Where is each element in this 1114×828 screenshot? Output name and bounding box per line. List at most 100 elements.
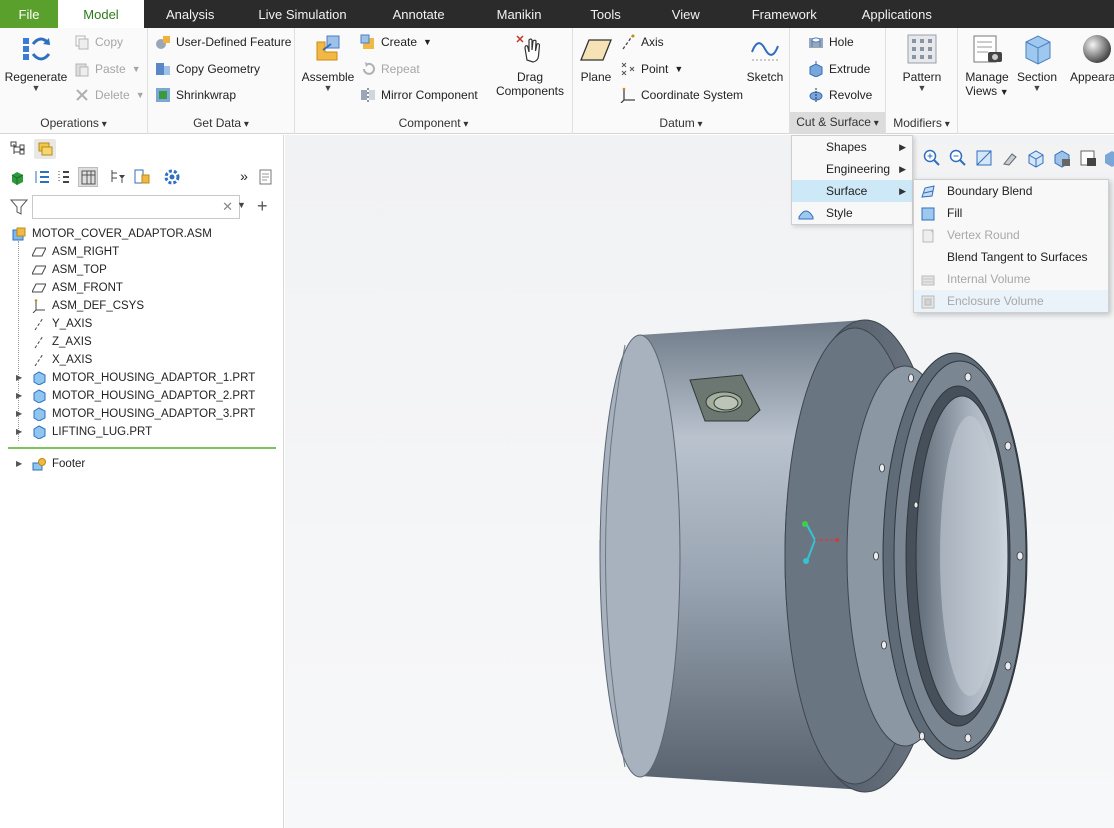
menu-item-shapes[interactable]: Shapes ▶ xyxy=(792,136,912,158)
view-manager-icon[interactable] xyxy=(1078,148,1098,168)
paste-button[interactable]: Paste ▼ xyxy=(74,58,141,80)
tab-framework[interactable]: Framework xyxy=(730,0,839,28)
tab-live-simulation[interactable]: Live Simulation xyxy=(236,0,368,28)
plane-button[interactable]: Plane xyxy=(577,32,615,84)
tree-item-footer[interactable]: ▶ Footer xyxy=(16,455,85,473)
hole-button[interactable]: Hole xyxy=(808,31,854,53)
settings-gear-icon[interactable] xyxy=(162,167,182,187)
cut-surface-group-label[interactable]: Cut & Surface xyxy=(790,112,885,134)
expand-tree-icon[interactable] xyxy=(32,167,52,187)
datum-group-label[interactable]: Datum xyxy=(573,116,789,130)
get-data-group-label[interactable]: Get Data xyxy=(148,116,294,130)
manage-views-button[interactable]: Manage Views ▼ xyxy=(964,32,1010,99)
zoom-in-icon[interactable] xyxy=(922,148,942,168)
menu-item-engineering[interactable]: Engineering ▶ xyxy=(792,158,912,180)
appearance-button[interactable]: Appearan xyxy=(1064,32,1114,84)
zoom-out-icon[interactable] xyxy=(948,148,968,168)
mirror-component-button[interactable]: Mirror Component xyxy=(360,84,478,106)
model-tree-tab-icon[interactable] xyxy=(8,139,30,159)
group-datum: Plane Axis Point ▼ Coordinate System Sket… xyxy=(573,28,790,134)
copy-geometry-button[interactable]: Copy Geometry xyxy=(155,58,260,80)
menu-item-vertex-round[interactable]: Vertex Round xyxy=(914,224,1108,246)
tree-item-asm-front[interactable]: ASM_FRONT xyxy=(31,279,123,297)
regenerate-button[interactable]: Regenerate ▼ xyxy=(4,32,68,93)
tab-applications[interactable]: Applications xyxy=(839,0,955,28)
menu-item-internal-volume[interactable]: Internal Volume xyxy=(914,268,1108,290)
udf-label: User-Defined Feature xyxy=(176,35,292,49)
repeat-button[interactable]: Repeat xyxy=(360,58,420,80)
tab-manikin[interactable]: Manikin xyxy=(469,0,570,28)
operations-group-label[interactable]: Operations xyxy=(0,116,147,130)
modifiers-group-label[interactable]: Modifiers xyxy=(886,116,957,130)
tree-item-housing-2[interactable]: ▶ MOTOR_HOUSING_ADAPTOR_2.PRT xyxy=(16,387,255,405)
menu-item-enclosure-volume[interactable]: Enclosure Volume xyxy=(914,290,1108,312)
columns-icon[interactable] xyxy=(78,167,98,187)
sketch-button[interactable]: Sketch xyxy=(743,32,787,84)
tree-item-asm-top[interactable]: ASM_TOP xyxy=(31,261,107,279)
menu-item-fill[interactable]: Fill xyxy=(914,202,1108,224)
tab-tools[interactable]: Tools xyxy=(569,0,641,28)
tree-search-input[interactable]: ✕ xyxy=(32,195,240,219)
tree-options-icon[interactable] xyxy=(256,167,276,187)
expand-arrow-icon[interactable]: ▶ xyxy=(16,369,26,387)
menu-item-boundary-blend[interactable]: Boundary Blend xyxy=(914,180,1108,202)
copy-button[interactable]: Copy xyxy=(74,31,123,53)
expand-arrow-icon[interactable]: ▶ xyxy=(16,423,26,441)
perspective-view-icon[interactable] xyxy=(1102,148,1114,168)
delete-icon xyxy=(74,87,90,103)
tree-filter-settings-icon[interactable] xyxy=(108,167,128,187)
point-label: Point xyxy=(641,62,669,76)
tree-item-x-axis[interactable]: X_AXIS xyxy=(32,351,92,369)
point-button[interactable]: Point ▼ xyxy=(620,58,683,80)
menu-item-blend-tangent[interactable]: Blend Tangent to Surfaces xyxy=(914,246,1108,268)
tree-item-asm-right[interactable]: ASM_RIGHT xyxy=(31,243,119,261)
refit-icon[interactable] xyxy=(974,148,994,168)
insert-here-marker[interactable] xyxy=(8,447,276,449)
tab-file[interactable]: File xyxy=(0,0,58,28)
shrinkwrap-button[interactable]: Shrinkwrap xyxy=(155,84,236,106)
tree-root-assembly[interactable]: MOTOR_COVER_ADAPTOR.ASM xyxy=(12,225,212,243)
tab-view[interactable]: View xyxy=(642,0,730,28)
tree-item-housing-1[interactable]: ▶ MOTOR_HOUSING_ADAPTOR_1.PRT xyxy=(16,369,255,387)
pattern-button[interactable]: Pattern ▼ xyxy=(896,32,948,93)
add-filter-plus-icon[interactable]: + xyxy=(257,195,268,217)
expand-arrow-icon[interactable]: ▶ xyxy=(16,387,26,405)
component-group-label[interactable]: Component xyxy=(295,116,572,130)
tab-analysis[interactable]: Analysis xyxy=(144,0,236,28)
create-button[interactable]: Create ▼ xyxy=(360,31,432,53)
drag-components-button[interactable]: Drag Components xyxy=(493,32,567,98)
filter-dropdown-chevron-icon[interactable]: ▼ xyxy=(237,200,246,210)
tree-item-y-axis[interactable]: Y_AXIS xyxy=(32,315,92,333)
expand-arrow-icon[interactable]: ▶ xyxy=(16,405,26,423)
tree-item-z-axis[interactable]: Z_AXIS xyxy=(32,333,92,351)
repeat-icon xyxy=(360,61,376,77)
display-style-icon[interactable] xyxy=(1026,148,1046,168)
collapse-tree-icon[interactable] xyxy=(54,167,74,187)
tab-annotate[interactable]: Annotate xyxy=(369,0,469,28)
udf-button[interactable]: User-Defined Feature xyxy=(155,31,291,53)
section-button[interactable]: Section ▼ xyxy=(1014,32,1060,93)
saved-orientations-icon[interactable] xyxy=(1052,148,1072,168)
more-chevron-icon[interactable]: » xyxy=(234,167,254,187)
axis-button[interactable]: Axis xyxy=(620,31,664,53)
menu-item-surface[interactable]: Surface ▶ xyxy=(792,180,912,202)
show-icon[interactable] xyxy=(8,167,28,187)
drag-label-2: Components xyxy=(495,84,565,98)
layer-tree-tab-icon[interactable] xyxy=(34,139,56,159)
tree-item-lifting-lug[interactable]: ▶ LIFTING_LUG.PRT xyxy=(16,423,152,441)
coordinate-system-button[interactable]: Coordinate System xyxy=(620,84,743,106)
repaint-icon[interactable] xyxy=(1000,148,1020,168)
assemble-button[interactable]: Assemble ▼ xyxy=(299,32,357,93)
tree-columns-settings-icon[interactable] xyxy=(132,167,152,187)
surface-submenu: Boundary Blend Fill Vertex Round Blend T… xyxy=(913,179,1109,313)
section-label: Section xyxy=(1016,70,1058,84)
expand-arrow-icon[interactable]: ▶ xyxy=(16,455,26,473)
clear-search-icon[interactable]: ✕ xyxy=(222,199,233,215)
revolve-button[interactable]: Revolve xyxy=(808,84,872,106)
tree-item-housing-3[interactable]: ▶ MOTOR_HOUSING_ADAPTOR_3.PRT xyxy=(16,405,255,423)
menu-item-style[interactable]: Style xyxy=(792,202,912,224)
tree-item-asm-def-csys[interactable]: ASM_DEF_CSYS xyxy=(32,297,144,315)
extrude-button[interactable]: Extrude xyxy=(808,58,870,80)
delete-button[interactable]: Delete ▼ xyxy=(74,84,145,106)
tab-model[interactable]: Model xyxy=(58,0,144,28)
